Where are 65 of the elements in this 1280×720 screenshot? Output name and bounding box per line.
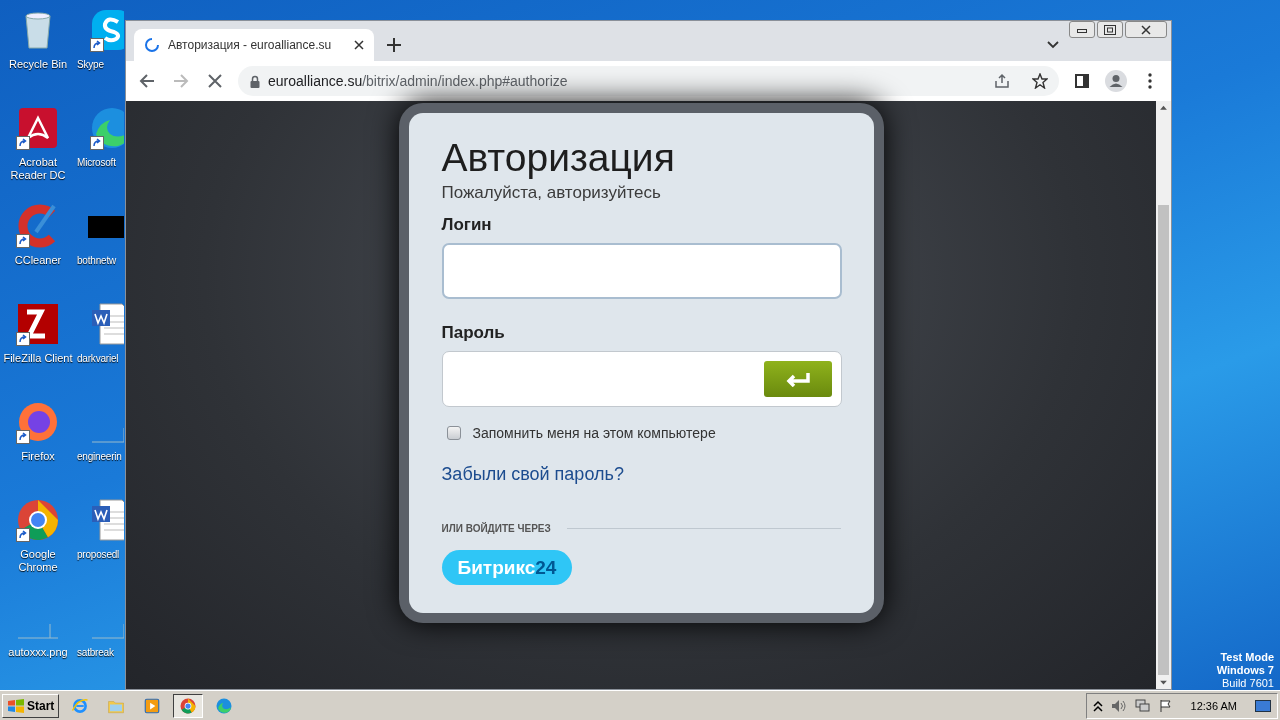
- page-title: Авторизация: [441, 135, 676, 181]
- os-notice-text: Windows 7: [1216, 664, 1274, 677]
- desktop-icon-label[interactable]: Firefox: [1, 450, 75, 463]
- plus-icon: [387, 38, 401, 52]
- login-field[interactable]: [441, 243, 842, 299]
- share-icon: [994, 73, 1010, 89]
- close-button[interactable]: [1125, 21, 1167, 38]
- desktop-icon-label[interactable]: satbreak: [77, 646, 114, 659]
- os-notice-text: Build 7601: [1222, 677, 1274, 690]
- desktop-icon-label[interactable]: autoxxx.png: [1, 646, 75, 659]
- close-icon: [208, 74, 222, 88]
- back-arrow-icon: [139, 73, 155, 89]
- field-label: Логин: [441, 215, 493, 235]
- desktop-icon-label[interactable]: Recycle Bin: [1, 58, 75, 71]
- taskbar-app-button[interactable]: [173, 693, 204, 718]
- browser-tab[interactable]: Авторизация - euroalliance.su: [134, 29, 374, 61]
- minimize-button[interactable]: [1069, 21, 1095, 38]
- restore-icon: [1104, 24, 1116, 35]
- close-icon[interactable]: [354, 40, 364, 50]
- edge-icon: [215, 696, 234, 715]
- media-player-icon: [143, 696, 162, 715]
- desktop-icon-label[interactable]: engineerin: [77, 450, 122, 463]
- chevron-down-icon: [1047, 41, 1059, 49]
- desktop-icon-label[interactable]: Google Chrome: [1, 548, 75, 574]
- desktop-icon-label[interactable]: Skype: [77, 58, 104, 71]
- os-notice-text: Test Mode: [1220, 651, 1274, 664]
- desktop-icon-label[interactable]: darkvariel: [77, 352, 119, 365]
- start-button[interactable]: Start: [2, 693, 60, 718]
- field-label: Пароль: [441, 323, 506, 343]
- desktop-icon-label[interactable]: Acrobat Reader DC: [1, 156, 75, 182]
- speaker-icon[interactable]: [1110, 698, 1127, 713]
- forward-arrow-icon: [173, 73, 189, 89]
- address-bar[interactable]: euroalliance.su/bitrix/admin/index.php#authorize: [238, 66, 1059, 96]
- more-icon: [1148, 73, 1152, 89]
- url-text: euroalliance.su/bitrix/admin/index.php#authorize: [268, 73, 569, 89]
- start-logo-icon: [7, 697, 25, 714]
- spinner-icon: [144, 37, 160, 53]
- flag-icon[interactable]: [1158, 698, 1173, 713]
- password-field[interactable]: [441, 351, 842, 407]
- divider-label: ИЛИ ВОЙДИТЕ ЧЕРЕЗ: [441, 523, 551, 534]
- clock[interactable]: 12:36 AM: [1190, 699, 1237, 712]
- restore-button[interactable]: [1097, 21, 1123, 38]
- avatar-icon: [1105, 70, 1127, 92]
- lock-icon: [250, 74, 260, 88]
- bitrix-login-button[interactable]: Битрикс24: [441, 550, 573, 585]
- subtitle: Пожалуйста, авторизуйтесь: [441, 183, 662, 203]
- network-icon[interactable]: [1134, 698, 1151, 713]
- submit-button[interactable]: [763, 361, 832, 397]
- desktop-icon-label[interactable]: CCleaner: [1, 254, 75, 267]
- chrome-icon: [179, 696, 198, 715]
- show-desktop-icon[interactable]: [1255, 698, 1271, 713]
- desktop-icon-label[interactable]: FileZilla Client: [1, 352, 75, 365]
- forgot-password-link[interactable]: Забыли свой пароль?: [441, 464, 624, 485]
- close-icon: [1141, 24, 1151, 35]
- ie-icon: [71, 696, 90, 715]
- desktop-icon-label[interactable]: bothnetw: [77, 254, 116, 267]
- remember-label[interactable]: Запомнить меня на этом компьютере: [472, 425, 716, 441]
- desktop-icon-label[interactable]: Microsoft: [77, 156, 116, 169]
- minimize-icon: [1077, 26, 1087, 33]
- remember-checkbox[interactable]: [446, 426, 461, 440]
- chevron-up-icon[interactable]: [1092, 699, 1103, 712]
- scrollbar[interactable]: [1156, 101, 1171, 689]
- side-panel-icon: [1075, 74, 1089, 88]
- desktop-icon-label[interactable]: proposedl: [77, 548, 120, 561]
- star-icon: [1032, 73, 1048, 89]
